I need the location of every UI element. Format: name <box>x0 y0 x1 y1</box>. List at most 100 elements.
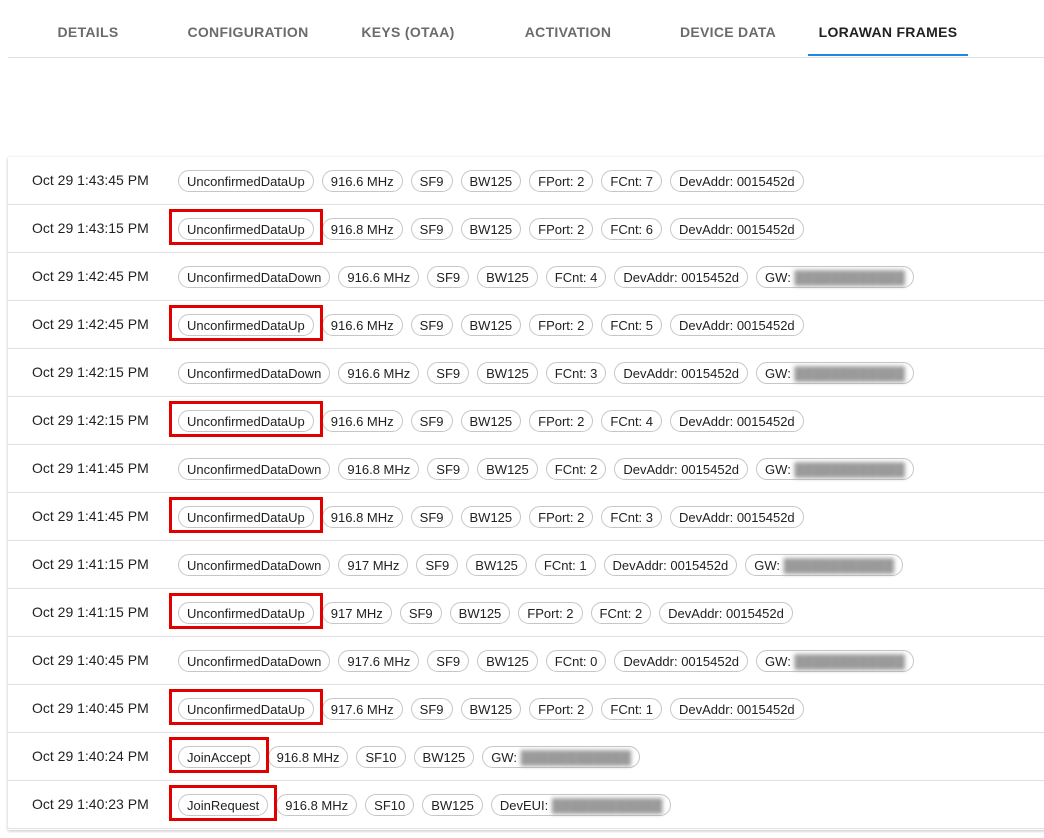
frame-row[interactable]: Oct 29 1:41:45 PM UnconfirmedDataUp 916.8 … <box>8 493 1044 541</box>
frame-attribute-chip[interactable]: SF9 <box>410 314 453 336</box>
message-type-chip[interactable]: UnconfirmedDataDown <box>178 266 331 288</box>
tab-activation[interactable]: ACTIVATION <box>513 0 623 56</box>
message-type-chip[interactable]: UnconfirmedDataDown <box>178 554 331 576</box>
gateway-chip[interactable]: GW: ████████████ <box>756 458 914 480</box>
frame-attribute-chip[interactable]: DevAddr: 0015452d <box>670 170 804 192</box>
message-type-chip[interactable]: UnconfirmedDataDown <box>178 362 331 384</box>
message-type-chip[interactable]: UnconfirmedDataUp <box>178 698 314 720</box>
frame-attribute-chip[interactable]: FCnt: 3 <box>601 506 663 528</box>
frame-attribute-chip[interactable]: BW125 <box>477 650 538 672</box>
frame-row[interactable]: Oct 29 1:41:15 PM UnconfirmedDataUp 917 MH… <box>8 589 1044 637</box>
frame-attribute-chip[interactable]: SF9 <box>427 650 470 672</box>
frame-attribute-chip[interactable]: DevAddr: 0015452d <box>659 602 793 624</box>
frame-attribute-chip[interactable]: 916.8 MHz <box>321 506 403 528</box>
frame-attribute-chip[interactable]: SF9 <box>416 554 459 576</box>
frame-attribute-chip[interactable]: 916.6 MHz <box>321 170 403 192</box>
frame-attribute-chip[interactable]: FPort: 2 <box>529 314 594 336</box>
frame-attribute-chip[interactable]: SF9 <box>399 602 442 624</box>
frame-attribute-chip[interactable]: BW125 <box>460 314 522 336</box>
frame-attribute-chip[interactable]: FCnt: 2 <box>545 458 607 480</box>
frame-attribute-chip[interactable]: BW125 <box>477 362 538 384</box>
frame-attribute-chip[interactable]: 916.8 MHz <box>338 458 420 480</box>
frame-attribute-chip[interactable]: BW125 <box>460 170 522 192</box>
frame-row[interactable]: Oct 29 1:42:15 PM UnconfirmedDataDown 916.… <box>8 349 1044 397</box>
gateway-chip[interactable]: GW: ████████████ <box>756 266 914 288</box>
frame-attribute-chip[interactable]: SF9 <box>410 170 453 192</box>
frame-attribute-chip[interactable]: BW125 <box>477 458 538 480</box>
message-type-chip[interactable]: UnconfirmedDataUp <box>178 506 314 528</box>
frame-attribute-chip[interactable]: 917.6 MHz <box>338 650 420 672</box>
dev-eui-chip[interactable]: DevEUI: ████████████ <box>490 794 672 816</box>
frame-attribute-chip[interactable]: DevAddr: 0015452d <box>670 218 804 240</box>
frame-attribute-chip[interactable]: FCnt: 0 <box>545 650 607 672</box>
frame-row[interactable]: Oct 29 1:42:15 PM UnconfirmedDataUp 916.6 … <box>8 397 1044 445</box>
message-type-chip[interactable]: UnconfirmedDataUp <box>178 170 314 192</box>
frame-attribute-chip[interactable]: SF9 <box>410 410 453 432</box>
frame-attribute-chip[interactable]: SF10 <box>356 746 406 768</box>
frame-attribute-chip[interactable]: BW125 <box>413 746 475 768</box>
frame-attribute-chip[interactable]: 916.6 MHz <box>321 410 403 432</box>
message-type-chip[interactable]: UnconfirmedDataUp <box>178 218 314 240</box>
frame-attribute-chip[interactable]: FPort: 2 <box>529 218 594 240</box>
frame-attribute-chip[interactable]: BW125 <box>460 410 522 432</box>
frame-attribute-chip[interactable]: SF9 <box>427 362 470 384</box>
gateway-chip[interactable]: GW: ████████████ <box>756 650 914 672</box>
frame-attribute-chip[interactable]: BW125 <box>460 506 522 528</box>
frame-attribute-chip[interactable]: DevAddr: 0015452d <box>614 650 749 672</box>
frame-attribute-chip[interactable]: 916.6 MHz <box>338 266 420 288</box>
frame-attribute-chip[interactable]: SF9 <box>410 218 453 240</box>
frame-attribute-chip[interactable]: 916.8 MHz <box>321 218 403 240</box>
message-type-chip[interactable]: UnconfirmedDataUp <box>178 410 314 432</box>
frame-attribute-chip[interactable]: FCnt: 3 <box>545 362 607 384</box>
frame-attribute-chip[interactable]: FCnt: 2 <box>590 602 652 624</box>
frame-attribute-chip[interactable]: BW125 <box>460 698 522 720</box>
frame-attribute-chip[interactable]: DevAddr: 0015452d <box>614 266 749 288</box>
frame-attribute-chip[interactable]: FPort: 2 <box>529 170 594 192</box>
frame-attribute-chip[interactable]: DevAddr: 0015452d <box>670 698 804 720</box>
frame-attribute-chip[interactable]: 917.6 MHz <box>321 698 403 720</box>
frame-attribute-chip[interactable]: SF9 <box>410 698 453 720</box>
tab-device-data[interactable]: DEVICE DATA <box>668 0 788 56</box>
frame-attribute-chip[interactable]: 917 MHz <box>321 602 392 624</box>
frame-row[interactable]: Oct 29 1:40:45 PM UnconfirmedDataDown 917.… <box>8 637 1044 685</box>
message-type-chip[interactable]: JoinAccept <box>178 746 260 768</box>
tab-configuration[interactable]: CONFIGURATION <box>178 0 318 56</box>
frame-row[interactable]: Oct 29 1:40:45 PM UnconfirmedDataUp 917.6 … <box>8 685 1044 733</box>
frame-attribute-chip[interactable]: FCnt: 4 <box>545 266 607 288</box>
frame-attribute-chip[interactable]: FCnt: 6 <box>601 218 663 240</box>
frame-attribute-chip[interactable]: DevAddr: 0015452d <box>614 362 749 384</box>
frame-attribute-chip[interactable]: DevAddr: 0015452d <box>670 506 804 528</box>
frame-attribute-chip[interactable]: FCnt: 1 <box>534 554 596 576</box>
frame-attribute-chip[interactable]: FPort: 2 <box>529 506 594 528</box>
gateway-chip[interactable]: GW: ████████████ <box>745 554 904 576</box>
message-type-chip[interactable]: UnconfirmedDataDown <box>178 458 331 480</box>
frame-attribute-chip[interactable]: SF9 <box>410 506 453 528</box>
frame-attribute-chip[interactable]: 917 MHz <box>338 554 409 576</box>
frame-attribute-chip[interactable]: FPort: 2 <box>529 410 594 432</box>
frame-attribute-chip[interactable]: 916.6 MHz <box>321 314 403 336</box>
message-type-chip[interactable]: UnconfirmedDataDown <box>178 650 331 672</box>
frame-attribute-chip[interactable]: SF9 <box>427 266 470 288</box>
frame-attribute-chip[interactable]: FPort: 2 <box>529 698 594 720</box>
frame-attribute-chip[interactable]: DevAddr: 0015452d <box>614 458 749 480</box>
gateway-chip[interactable]: GW: ████████████ <box>756 362 914 384</box>
message-type-chip[interactable]: JoinRequest <box>178 794 269 816</box>
frame-attribute-chip[interactable]: BW125 <box>460 218 522 240</box>
tab-details[interactable]: DETAILS <box>48 0 128 56</box>
tab-keys-otaa[interactable]: KEYS (OTAA) <box>353 0 463 56</box>
message-type-chip[interactable]: UnconfirmedDataUp <box>178 314 314 336</box>
frame-row[interactable]: Oct 29 1:41:45 PM UnconfirmedDataDown 916.… <box>8 445 1044 493</box>
frame-attribute-chip[interactable]: FCnt: 5 <box>601 314 663 336</box>
frame-row[interactable]: Oct 29 1:41:15 PM UnconfirmedDataDown 917 … <box>8 541 1044 589</box>
frame-row[interactable]: Oct 29 1:40:23 PM JoinRequest 916.8 MHz SF1… <box>8 781 1044 829</box>
frame-row[interactable]: Oct 29 1:42:45 PM UnconfirmedDataDown 916.… <box>8 253 1044 301</box>
frame-attribute-chip[interactable]: DevAddr: 0015452d <box>670 314 804 336</box>
frame-attribute-chip[interactable]: 916.8 MHz <box>267 746 349 768</box>
frame-attribute-chip[interactable]: FPort: 2 <box>518 602 583 624</box>
gateway-chip[interactable]: GW: ████████████ <box>482 746 641 768</box>
frame-attribute-chip[interactable]: FCnt: 7 <box>601 170 663 192</box>
message-type-chip[interactable]: UnconfirmedDataUp <box>178 602 314 624</box>
frame-attribute-chip[interactable]: DevAddr: 0015452d <box>603 554 738 576</box>
frame-attribute-chip[interactable]: BW125 <box>449 602 511 624</box>
frame-row[interactable]: Oct 29 1:40:24 PM JoinAccept 916.8 MHz SF10… <box>8 733 1044 781</box>
